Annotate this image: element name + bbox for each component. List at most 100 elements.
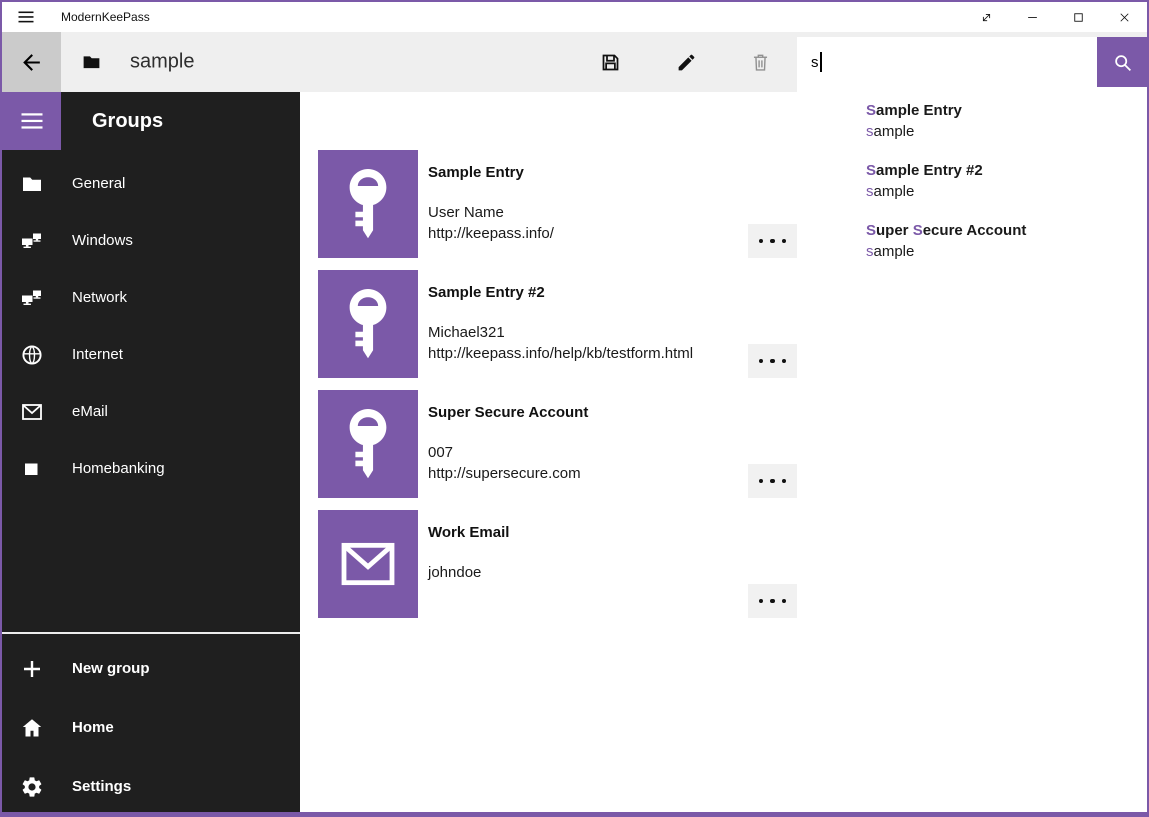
minimize-icon — [1025, 10, 1040, 25]
sidebar-item-internet[interactable]: Internet — [2, 326, 300, 383]
text-caret — [820, 52, 822, 72]
sidebar-item-label: General — [72, 175, 125, 192]
fullscreen-button[interactable] — [963, 2, 1009, 32]
window-controls — [963, 2, 1147, 32]
window-border-left — [0, 0, 2, 817]
sidebar-item-label: Network — [72, 289, 127, 306]
folder-icon — [20, 172, 44, 196]
back-button[interactable] — [2, 32, 61, 92]
entry-title: Sample Entry — [428, 164, 524, 181]
database-folder-icon — [81, 52, 102, 73]
sidebar-item-general[interactable]: General — [2, 155, 300, 212]
search-icon — [1112, 52, 1133, 73]
entry-url: http://supersecure.com — [428, 465, 581, 482]
search-result[interactable]: Sample Entry #2 sample — [866, 160, 1137, 202]
entry-username: Michael321 — [428, 324, 505, 341]
entry-more-button[interactable] — [748, 344, 797, 378]
window-border-bottom — [0, 812, 1149, 817]
sidebar-item-label: Homebanking — [72, 460, 165, 477]
entry-tile[interactable] — [318, 390, 418, 498]
window-title: ModernKeePass — [61, 10, 150, 24]
sidebar-item-email[interactable]: eMail — [2, 383, 300, 440]
entry-row[interactable]: Super Secure Account 007 http://supersec… — [318, 390, 1108, 498]
sidebar-item-windows[interactable]: Windows — [2, 212, 300, 269]
entry-tile[interactable] — [318, 270, 418, 378]
key-icon — [326, 402, 410, 486]
entry-tile[interactable] — [318, 510, 418, 618]
expand-icon — [979, 10, 994, 25]
group-list: General Windows Network Internet eMail H… — [2, 155, 300, 497]
entry-username: johndoe — [428, 564, 481, 581]
entry-title: Sample Entry #2 — [428, 284, 545, 301]
edit-icon — [676, 52, 697, 73]
sidebar-item-homebanking[interactable]: Homebanking — [2, 440, 300, 497]
sidebar-item-label: Windows — [72, 232, 133, 249]
entry-title: Work Email — [428, 524, 509, 541]
workstation-icon — [20, 229, 44, 253]
hamburger-icon — [18, 107, 46, 135]
search-result-title: Sample Entry #2 — [866, 160, 1137, 181]
back-arrow-icon — [19, 50, 44, 75]
entry-more-button[interactable] — [748, 584, 797, 618]
plus-icon — [20, 657, 44, 681]
key-icon — [326, 162, 410, 246]
close-button[interactable] — [1101, 2, 1147, 32]
database-title: sample — [130, 51, 194, 74]
command-bar: sample s — [2, 32, 1147, 92]
search-suggestions: Sample Entry sample Sample Entry #2 samp… — [797, 87, 1147, 300]
sidebar-item-network[interactable]: Network — [2, 269, 300, 326]
delete-button[interactable] — [736, 32, 784, 92]
entry-url: http://keepass.info/ — [428, 225, 554, 242]
sidebar-action-label: Home — [72, 719, 114, 736]
sidebar-action-label: New group — [72, 660, 150, 677]
close-icon — [1117, 10, 1132, 25]
search-result-group: sample — [866, 241, 1137, 262]
app-window: ModernKeePass sample s Groups General Wi… — [0, 0, 1149, 817]
entry-title: Super Secure Account — [428, 404, 588, 421]
sidebar-action-settings[interactable]: Settings — [2, 757, 300, 816]
save-icon — [600, 52, 621, 73]
sidebar-action-label: Settings — [72, 778, 131, 795]
globe-icon — [20, 343, 44, 367]
entry-more-button[interactable] — [748, 224, 797, 258]
sidebar-item-label: Internet — [72, 346, 123, 363]
square-icon — [20, 457, 44, 481]
sidebar-action-new-group[interactable]: New group — [2, 639, 300, 698]
hamburger-icon[interactable] — [16, 7, 36, 27]
entry-more-button[interactable] — [748, 464, 797, 498]
entry-tile[interactable] — [318, 150, 418, 258]
maximize-button[interactable] — [1055, 2, 1101, 32]
search-result[interactable]: Super Secure Account sample — [866, 220, 1137, 262]
entry-username: User Name — [428, 204, 504, 221]
edit-button[interactable] — [662, 32, 710, 92]
search-result-group: sample — [866, 121, 1137, 142]
titlebar: ModernKeePass — [2, 2, 1147, 32]
entry-row[interactable]: Work Email johndoe — [318, 510, 1108, 618]
groups-header: Groups — [92, 92, 163, 150]
sidebar-item-label: eMail — [72, 403, 108, 420]
sidebar-action-home[interactable]: Home — [2, 698, 300, 757]
search-result[interactable]: Sample Entry sample — [866, 100, 1137, 142]
entry-username: 007 — [428, 444, 453, 461]
settings-icon — [20, 775, 44, 799]
search-result-title: Sample Entry — [866, 100, 1137, 121]
minimize-button[interactable] — [1009, 2, 1055, 32]
search-input[interactable]: s — [797, 37, 1097, 87]
entry-url: http://keepass.info/help/kb/testform.htm… — [428, 345, 693, 362]
maximize-icon — [1071, 10, 1086, 25]
sidebar-divider — [2, 632, 300, 634]
search-query-text: s — [811, 54, 819, 71]
search-result-group: sample — [866, 181, 1137, 202]
mail-icon — [20, 400, 44, 424]
home-icon — [20, 716, 44, 740]
workstation-icon — [20, 286, 44, 310]
window-border-top — [0, 0, 1149, 2]
nav-menu-button[interactable] — [2, 92, 61, 150]
save-button[interactable] — [586, 32, 634, 92]
search-result-title: Super Secure Account — [866, 220, 1137, 241]
search-button[interactable] — [1097, 37, 1147, 87]
sidebar: Groups General Windows Network Internet … — [2, 92, 300, 812]
mail-icon — [336, 532, 400, 596]
delete-icon — [750, 52, 771, 73]
key-icon — [326, 282, 410, 366]
